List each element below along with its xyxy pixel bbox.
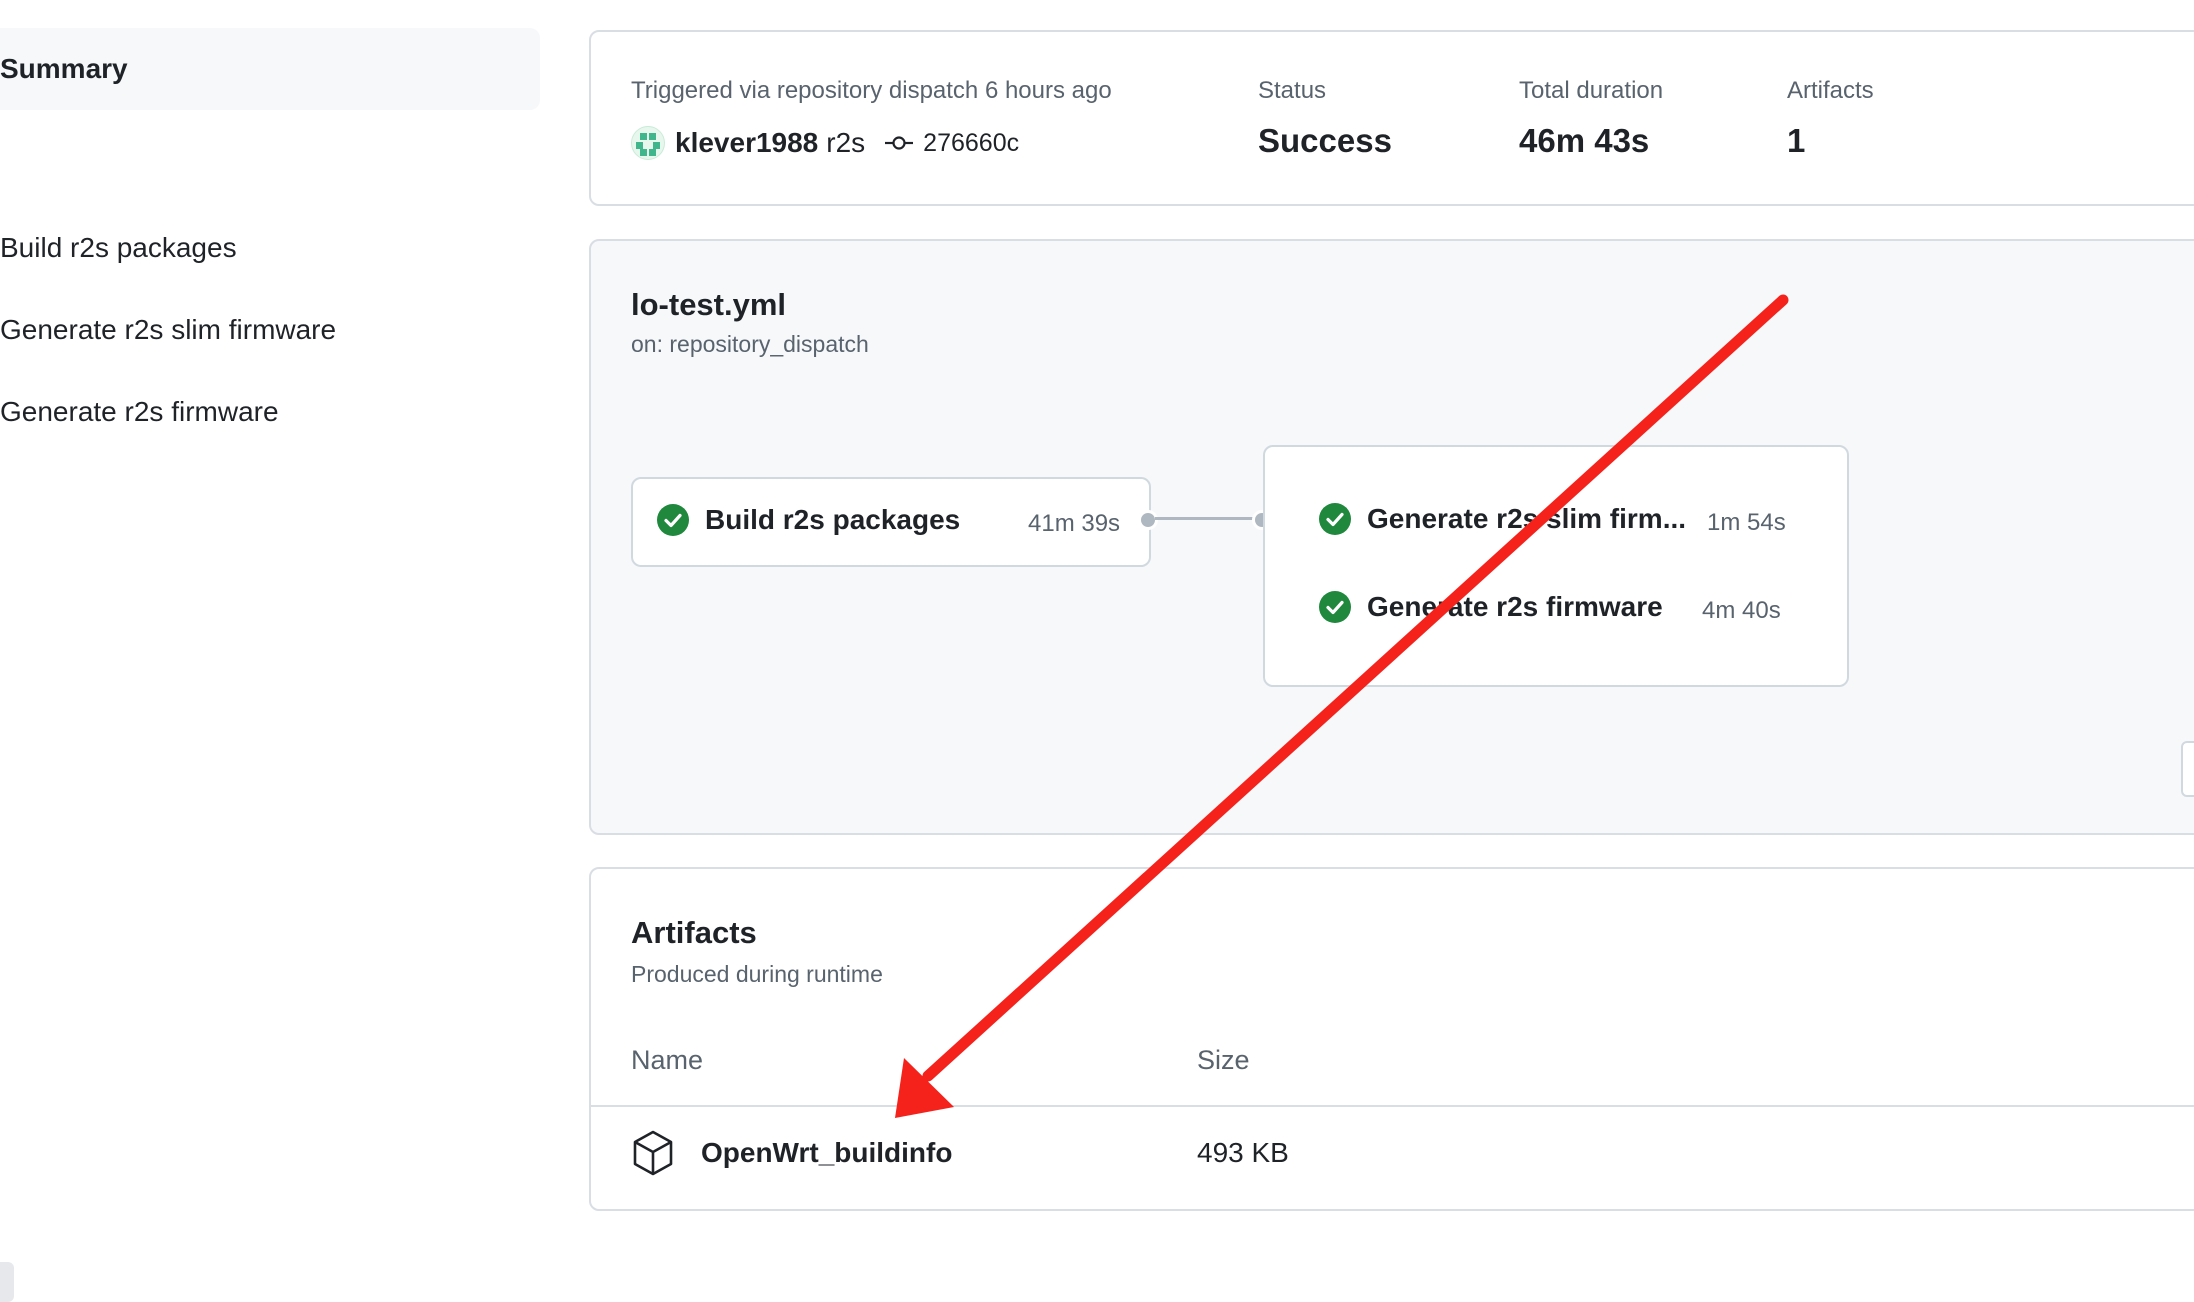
sidebar-scroll-handle[interactable]	[0, 1262, 14, 1302]
actor-link[interactable]: klever1988	[675, 127, 818, 159]
sidebar-item-summary[interactable]: Summary	[0, 28, 540, 110]
avatar[interactable]	[631, 126, 665, 160]
job-row-firmware[interactable]: Generate r2s firmware	[1319, 591, 1663, 623]
job-group-generate: Generate r2s slim firm... 1m 54s Generat…	[1263, 445, 1849, 687]
artifacts-count-label: Artifacts	[1787, 77, 1874, 104]
commit-sha-link[interactable]: 276660c	[923, 129, 1019, 158]
table-row: OpenWrt_buildinfo	[631, 1129, 952, 1177]
graph-node-out	[1138, 510, 1158, 530]
total-duration-value: 46m 43s	[1519, 122, 1650, 159]
check-circle-icon	[1319, 591, 1351, 623]
artifacts-title: Artifacts	[631, 915, 757, 950]
table-divider	[591, 1105, 2194, 1107]
artifacts-subtitle: Produced during runtime	[631, 961, 883, 987]
job-card-build[interactable]: Build r2s packages 41m 39s	[631, 477, 1151, 567]
job-name: Generate r2s slim firm...	[1367, 503, 1687, 534]
graph-connector	[1155, 517, 1259, 520]
status-label: Status	[1258, 77, 1327, 104]
sidebar-item-generate-r2s-slim-firmware[interactable]: Generate r2s slim firmware	[0, 314, 336, 346]
check-circle-icon	[1319, 503, 1351, 535]
sidebar: Summary s Build r2s packages Generate r2…	[0, 0, 560, 1302]
workflow-file-name[interactable]: lo-test.yml	[631, 287, 786, 323]
sidebar-item-generate-r2s-firmware[interactable]: Generate r2s firmware	[0, 396, 279, 428]
workflow-trigger: on: repository_dispatch	[631, 331, 869, 357]
trigger-text: Triggered via repository dispatch 6 hour…	[631, 77, 1112, 104]
artifact-download-link[interactable]: OpenWrt_buildinfo	[701, 1137, 952, 1169]
artifacts-card: Artifacts Produced during runtime Name S…	[589, 867, 2194, 1211]
workflow-graph-card: lo-test.yml on: repository_dispatch Buil…	[589, 239, 2194, 835]
graph-expand-button[interactable]	[2181, 741, 2194, 797]
total-duration-label: Total duration	[1519, 77, 1664, 104]
job-duration: 41m 39s	[1028, 510, 1121, 537]
repo-name: r2s	[826, 127, 866, 158]
sidebar-item-summary-label: Summary	[0, 53, 128, 84]
sidebar-item-build-r2s-packages[interactable]: Build r2s packages	[0, 232, 237, 264]
git-commit-icon	[885, 136, 914, 150]
job-name: Generate r2s firmware	[1367, 591, 1663, 622]
package-icon	[633, 1130, 673, 1176]
job-duration: 1m 54s	[1707, 509, 1786, 536]
status-value: Success	[1258, 122, 1392, 159]
actor-row: klever1988 r2s 276660c	[631, 124, 1019, 162]
job-name: Build r2s packages	[705, 504, 961, 535]
artifacts-count-value: 1	[1787, 122, 1806, 159]
artifact-size: 493 KB	[1197, 1137, 1289, 1168]
column-header-name: Name	[631, 1045, 704, 1075]
job-duration: 4m 40s	[1702, 597, 1781, 624]
column-header-size: Size	[1197, 1045, 1250, 1075]
run-summary-card: Triggered via repository dispatch 6 hour…	[589, 30, 2194, 206]
job-row-slim-firmware[interactable]: Generate r2s slim firm...	[1319, 503, 1686, 535]
check-circle-icon	[657, 504, 689, 536]
